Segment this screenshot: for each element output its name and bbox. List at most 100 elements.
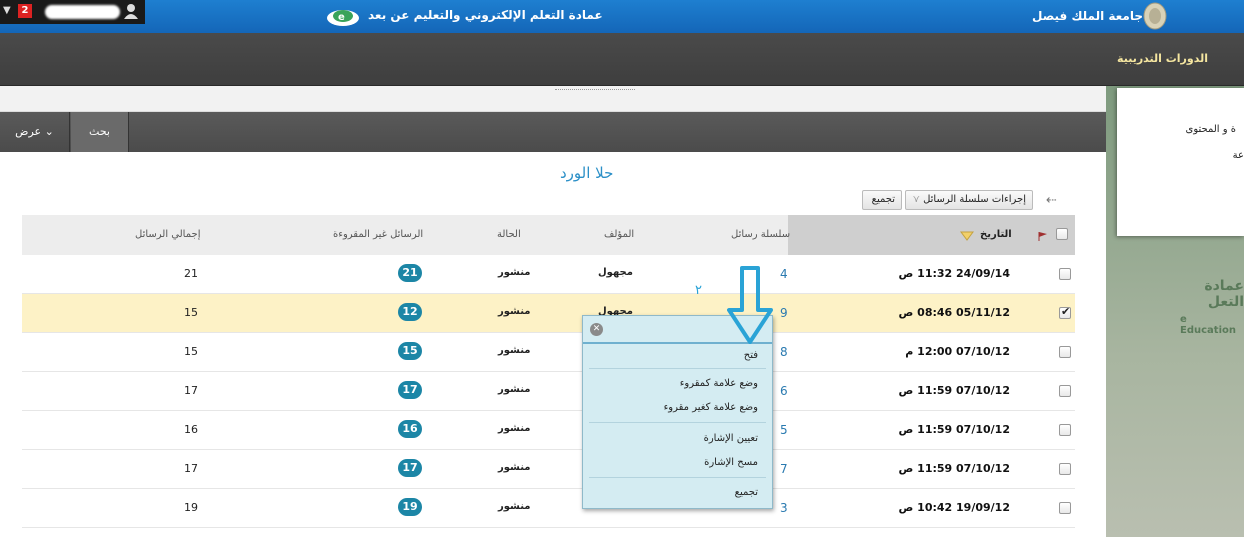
user-icon	[124, 4, 138, 19]
row-unread-badge[interactable]: 15	[398, 342, 422, 360]
row-checkbox-checked[interactable]	[1059, 305, 1071, 319]
row-checkbox[interactable]	[1059, 385, 1071, 397]
dropdown-caret-icon[interactable]: ▼	[3, 5, 11, 16]
row-checkbox[interactable]	[1059, 346, 1071, 358]
menu-item-clear-flag[interactable]: مسح الإشارة	[704, 457, 758, 468]
column-header-author[interactable]: المؤلف	[604, 229, 634, 240]
row-status: منشور	[498, 462, 531, 473]
side-popover: ة و المحتوى عة	[1117, 88, 1244, 236]
row-total: 17	[184, 462, 198, 475]
collect-button[interactable]: تجميع	[862, 190, 902, 210]
popover-line-2: عة	[1232, 150, 1244, 161]
menu-item-open[interactable]: فتح	[744, 350, 758, 361]
menu-separator	[589, 422, 766, 423]
elearning-logo-icon: e	[327, 10, 359, 26]
menu-item-set-flag[interactable]: تعيين الإشارة	[704, 433, 758, 444]
menu-item-mark-read[interactable]: وضع علامة كمقروء	[680, 378, 758, 389]
row-total: 21	[184, 267, 198, 280]
thread-actions-button[interactable]: إجراءات سلسلة الرسائل ⋎	[905, 190, 1033, 210]
select-all-box[interactable]	[1056, 228, 1068, 240]
action-toolbar: عرض ⌄ بحث	[0, 112, 1106, 152]
row-date: 07/10/12 12:00 م	[905, 345, 1010, 358]
row-checkbox[interactable]	[1059, 502, 1071, 514]
side-brand-english: e Education	[1180, 314, 1236, 336]
row-unread-badge[interactable]: 17	[398, 459, 422, 477]
svg-text:e: e	[338, 12, 345, 23]
annotation-arrow-icon	[727, 266, 773, 344]
row-date: 24/09/14 11:32 ص	[898, 267, 1010, 280]
breadcrumb-strip	[0, 86, 1106, 112]
table-row[interactable]: 07/10/12 12:00 م 8 منشور 15 15	[22, 333, 1075, 372]
chevron-down-icon: ⌄	[44, 125, 54, 138]
row-status: منشور	[498, 267, 531, 278]
menu-separator	[589, 477, 766, 478]
popover-line-1: ة و المحتوى	[1185, 124, 1237, 135]
back-arrow-icon[interactable]: ⇠	[1046, 193, 1066, 208]
row-status: منشور	[498, 306, 531, 317]
row-unread-badge[interactable]: 12	[398, 303, 422, 321]
row-thread-link[interactable]: 4	[780, 267, 788, 281]
row-unread-badge[interactable]: 19	[398, 498, 422, 516]
table-header: التاريخ سلسلة رسائل المؤلف الحالة الرسائ…	[22, 215, 1075, 255]
top-banner: ▼ 2 e عمادة التعلم الإلكتروني والتعليم ع…	[0, 0, 1244, 33]
table-row-selected[interactable]: 05/11/12 08:46 ص 9 مجهول منشور 12 15	[22, 294, 1075, 333]
table-row[interactable]: 07/10/12 11:59 ص 7 منشور 17 17	[22, 450, 1075, 489]
column-header-total[interactable]: إجمالي الرسائل	[135, 229, 200, 240]
column-header-thread[interactable]: سلسلة رسائل	[731, 229, 790, 240]
row-unread-badge[interactable]: 21	[398, 264, 422, 282]
column-header-unread[interactable]: الرسائل غير المقروءة	[333, 229, 423, 240]
redacted-username	[45, 5, 120, 19]
breadcrumb-dots	[555, 86, 635, 90]
row-thread-link[interactable]: 7	[780, 462, 788, 476]
threads-table: التاريخ سلسلة رسائل المؤلف الحالة الرسائ…	[22, 215, 1075, 528]
search-button[interactable]: بحث	[71, 112, 129, 152]
row-checkbox[interactable]	[1059, 463, 1071, 475]
side-brand-arabic: عمادة التعل	[1204, 278, 1244, 310]
tab-courses[interactable]: الدورات التدريبية	[1117, 52, 1208, 65]
table-row[interactable]: 07/10/12 11:59 ص 5 منشور 16 16	[22, 411, 1075, 450]
row-status: منشور	[498, 345, 531, 356]
row-thread-link[interactable]: 8	[780, 345, 788, 359]
row-checkbox[interactable]	[1059, 268, 1071, 280]
row-thread-link[interactable]: 5	[780, 423, 788, 437]
menu-item-collect[interactable]: تجميع	[735, 487, 758, 498]
row-author: مجهول	[598, 267, 633, 278]
thread-actions-label: إجراءات سلسلة الرسائل	[923, 194, 1026, 205]
row-status: منشور	[498, 501, 531, 512]
annotation-number: ٢	[695, 283, 702, 298]
sort-desc-icon[interactable]	[960, 231, 974, 241]
row-thread-link[interactable]: 3	[780, 501, 788, 515]
row-unread-badge[interactable]: 16	[398, 420, 422, 438]
notification-badge[interactable]: 2	[18, 4, 32, 18]
close-icon[interactable]: ✕	[590, 323, 603, 336]
row-thread-link[interactable]: 6	[780, 384, 788, 398]
flag-icon[interactable]	[1037, 230, 1049, 242]
table-row[interactable]: 24/09/14 11:32 ص 4 مجهول منشور 21 21	[22, 255, 1075, 294]
row-checkbox[interactable]	[1059, 424, 1071, 436]
user-menu[interactable]: ▼ 2	[0, 0, 145, 24]
university-name: جامعة الملك فيصل	[1032, 9, 1144, 23]
row-status: منشور	[498, 423, 531, 434]
view-label: عرض	[15, 125, 42, 138]
row-total: 19	[184, 501, 198, 514]
table-row[interactable]: 07/10/12 11:59 ص 6 منشور 17 17	[22, 372, 1075, 411]
view-button[interactable]: عرض ⌄	[0, 112, 70, 152]
forum-title: حلا الورد	[560, 164, 614, 182]
row-total: 17	[184, 384, 198, 397]
row-thread-link[interactable]: 9	[780, 306, 788, 320]
row-date: 05/11/12 08:46 ص	[898, 306, 1010, 319]
row-date: 19/09/12 10:42 ص	[898, 501, 1010, 514]
double-chevron-down-icon: ⋎	[912, 194, 920, 205]
column-header-date[interactable]: التاريخ	[980, 229, 1012, 240]
university-logo-icon	[1143, 2, 1167, 30]
row-unread-badge[interactable]: 17	[398, 381, 422, 399]
menu-item-mark-unread[interactable]: وضع علامة كغير مقروء	[664, 402, 758, 413]
row-total: 15	[184, 306, 198, 319]
row-status: منشور	[498, 384, 531, 395]
search-label: بحث	[89, 125, 110, 138]
table-row[interactable]: 19/09/12 10:42 ص 3 منشور 19 19	[22, 489, 1075, 528]
row-total: 15	[184, 345, 198, 358]
row-date: 07/10/12 11:59 ص	[898, 462, 1010, 475]
column-header-status[interactable]: الحالة	[497, 229, 521, 240]
thread-context-menu: ✕ فتح وضع علامة كمقروء وضع علامة كغير مق…	[582, 315, 773, 509]
